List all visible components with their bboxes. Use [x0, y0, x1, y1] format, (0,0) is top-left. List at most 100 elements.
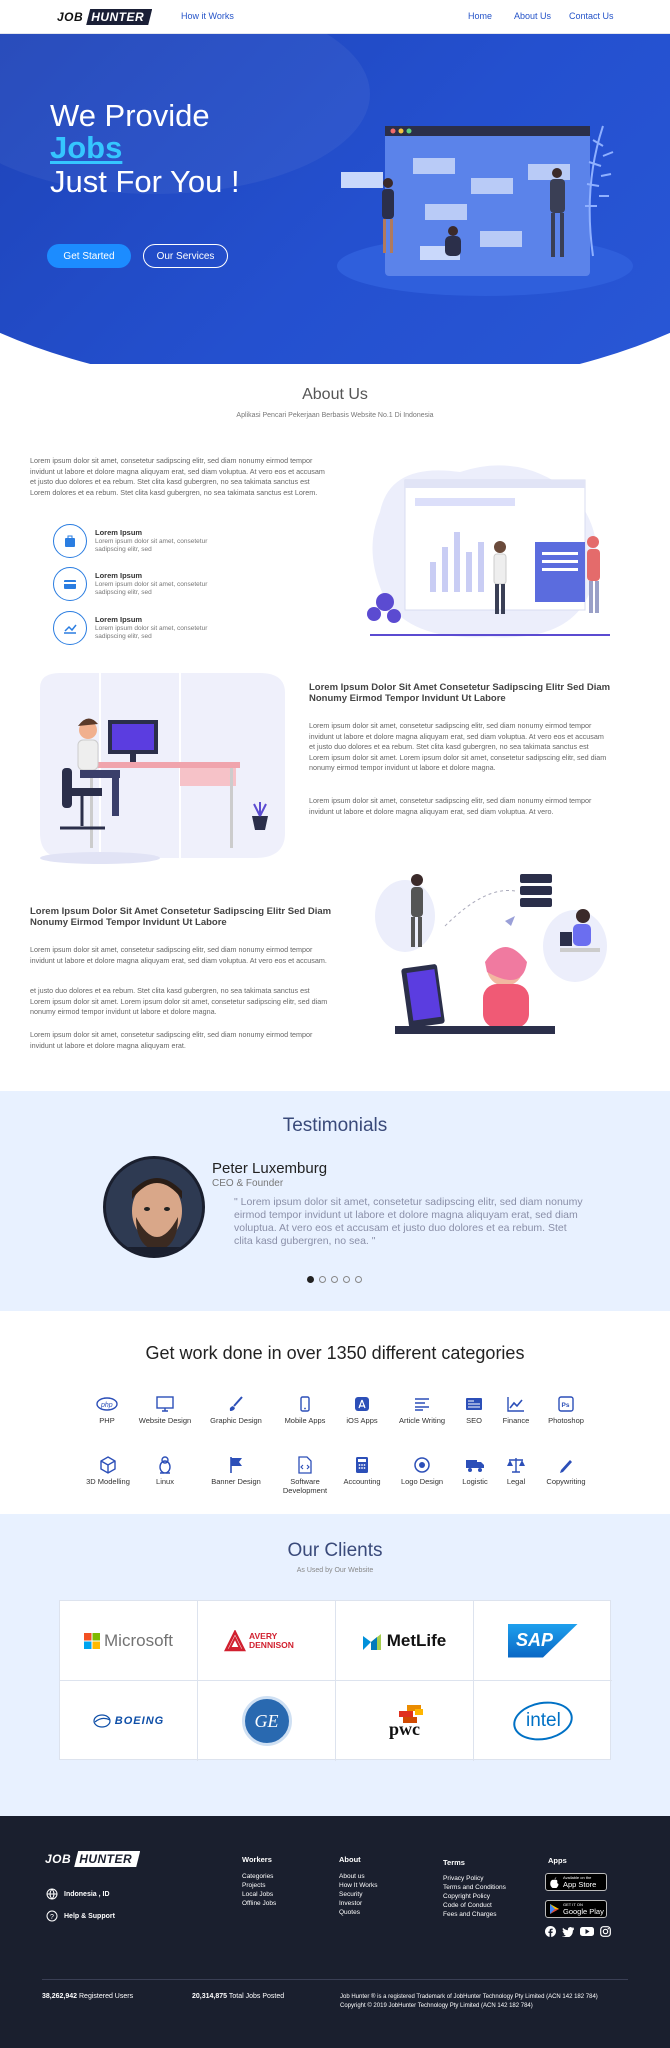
feature-item: Lorem Ipsum Lorem ipsum dolor sit amet, … [53, 567, 273, 605]
youtube-icon[interactable] [580, 1926, 594, 1937]
twitter-icon[interactable] [562, 1926, 574, 1937]
carousel-dot[interactable] [343, 1276, 350, 1283]
footer-link[interactable]: About us [339, 1872, 365, 1881]
client-boeing: BOEING [60, 1681, 198, 1761]
help-label: Help & Support [64, 1912, 115, 1920]
footer-link[interactable]: Privacy Policy [443, 1874, 483, 1883]
category-label: Copywriting [546, 1477, 586, 1486]
client-name: SAP [516, 1630, 554, 1650]
nav-contact[interactable]: Contact Us [569, 11, 614, 21]
globe-icon [46, 1888, 58, 1900]
avatar [103, 1156, 205, 1258]
footer-link[interactable]: How It Works [339, 1881, 378, 1890]
category-linux[interactable]: Linux [130, 1456, 200, 1486]
clients-grid: Microsoft AVERY DENNISON MetLife SAP BOE… [59, 1600, 612, 1761]
facebook-icon[interactable] [545, 1926, 556, 1937]
penguin-icon [154, 1456, 176, 1474]
client-name: pwc [389, 1718, 420, 1739]
block3-paragraph: Lorem ipsum dolor sit amet, consetetur s… [30, 1030, 313, 1050]
top-navbar: JOB HUNTER How it Works Home About Us Co… [0, 0, 670, 34]
remote-work-illustration [375, 874, 607, 1034]
feature-desc: Lorem ipsum dolor sit amet, consetetur s… [95, 538, 208, 553]
copyright-text: Copyright © 2019 JobHunter Technology Pt… [340, 2003, 533, 2009]
footer-logo[interactable]: JOB HUNTER [45, 1851, 141, 1867]
category-label: Photoshop [548, 1416, 584, 1425]
our-services-button[interactable]: Our Services [143, 244, 228, 268]
about-intro: Lorem ipsum dolor sit amet, consetetur s… [30, 456, 325, 497]
footer-link[interactable]: Terms and Conditions [443, 1883, 506, 1892]
feature-title: Lorem Ipsum [95, 528, 143, 537]
testimonials-title: Testimonials [282, 1115, 388, 1136]
hero-section: We Provide Jobs Just For You ! Get Start… [0, 34, 670, 364]
client-metlife: MetLife [336, 1601, 474, 1681]
svg-text:php: php [100, 1402, 113, 1409]
category-copywriting[interactable]: Copywriting [531, 1456, 601, 1486]
google-play-badge[interactable]: GET IT ON Google Play [545, 1900, 607, 1918]
footer-link[interactable]: Security [339, 1890, 362, 1899]
carousel-dot[interactable] [331, 1276, 338, 1283]
block3-paragraph: et justo duo dolores et ea rebum. Stet c… [30, 986, 328, 1016]
app-store-icon [351, 1395, 373, 1413]
nav-home[interactable]: Home [468, 11, 492, 21]
location-label: Indonesia , ID [64, 1890, 110, 1898]
logo-job: JOB [45, 1852, 72, 1866]
client-name: AVERY DENNISON [249, 1630, 294, 1650]
cube-icon [97, 1456, 119, 1474]
help-support[interactable]: ? Help & Support [46, 1910, 115, 1922]
feature-item: Lorem Ipsum Lorem ipsum dolor sit amet, … [53, 611, 273, 649]
block2-paragraph: Lorem ipsum dolor sit amet, consetetur s… [309, 796, 592, 816]
nav-how-it-works[interactable]: How it Works [181, 11, 234, 21]
location[interactable]: Indonesia , ID [46, 1888, 110, 1900]
apple-icon [550, 1876, 559, 1888]
nav-about[interactable]: About Us [514, 11, 551, 21]
footer-terms-title: Terms [443, 1858, 465, 1867]
footer-link[interactable]: Offline Jobs [242, 1899, 276, 1908]
feature-desc: Lorem ipsum dolor sit amet, consetetur s… [95, 581, 208, 596]
feature-desc: Lorem ipsum dolor sit amet, consetetur s… [95, 625, 208, 640]
category-website-design[interactable]: Website Design [130, 1395, 200, 1425]
block3-heading: Lorem Ipsum Dolor Sit Amet Consetetur Sa… [30, 906, 332, 928]
brand-logo[interactable]: JOB HUNTER [57, 9, 153, 25]
get-started-button[interactable]: Get Started [47, 244, 131, 268]
clients-title: Our Clients [287, 1540, 383, 1561]
footer-link[interactable]: Copyright Policy [443, 1892, 490, 1901]
footer-link[interactable]: Quotes [339, 1908, 360, 1917]
carousel-dot[interactable] [307, 1276, 314, 1283]
target-icon [411, 1456, 433, 1474]
carousel-dot[interactable] [319, 1276, 326, 1283]
carousel-dot[interactable] [355, 1276, 362, 1283]
boeing-logo-icon [93, 1714, 111, 1728]
footer-divider [42, 1979, 628, 1980]
monitor-icon [154, 1395, 176, 1413]
footer-link[interactable]: Code of Conduct [443, 1901, 492, 1910]
svg-text:?: ? [50, 1914, 54, 1921]
category-graphic-design[interactable]: Graphic Design [201, 1395, 271, 1425]
footer-link[interactable]: Fees and Charges [443, 1910, 496, 1919]
category-label: Banner Design [211, 1477, 261, 1486]
php-icon: php [96, 1395, 118, 1413]
metlife-logo-icon [362, 1633, 381, 1650]
chart-icon [53, 611, 87, 645]
category-photoshop[interactable]: Ps Photoshop [531, 1395, 601, 1425]
footer-link[interactable]: Investor [339, 1899, 362, 1908]
category-banner-design[interactable]: Banner Design [201, 1456, 271, 1486]
photoshop-icon: Ps [555, 1395, 577, 1413]
shopping-bag-icon [53, 524, 87, 558]
brush-icon [225, 1395, 247, 1413]
trademark-text: Job Hunter ® is a registered Trademark o… [340, 1994, 598, 2000]
svg-text:Ps: Ps [562, 1402, 570, 1409]
footer-link[interactable]: Local Jobs [242, 1890, 273, 1899]
footer-link[interactable]: Projects [242, 1881, 265, 1890]
mobile-icon [294, 1395, 316, 1413]
calculator-icon [351, 1456, 373, 1474]
instagram-icon[interactable] [600, 1926, 611, 1937]
category-label: Graphic Design [210, 1416, 262, 1425]
footer-link[interactable]: Categories [242, 1872, 273, 1881]
testimonial-quote: " Lorem ipsum dolor sit amet, consetetur… [234, 1196, 583, 1247]
desk-illustration [40, 673, 285, 868]
app-store-badge[interactable]: Available on the App Store [545, 1873, 607, 1891]
logo-job: JOB [57, 10, 84, 24]
feature-title: Lorem Ipsum [95, 615, 143, 624]
badge-text: Google Play [563, 1907, 604, 1916]
client-name: GE [254, 1710, 279, 1731]
